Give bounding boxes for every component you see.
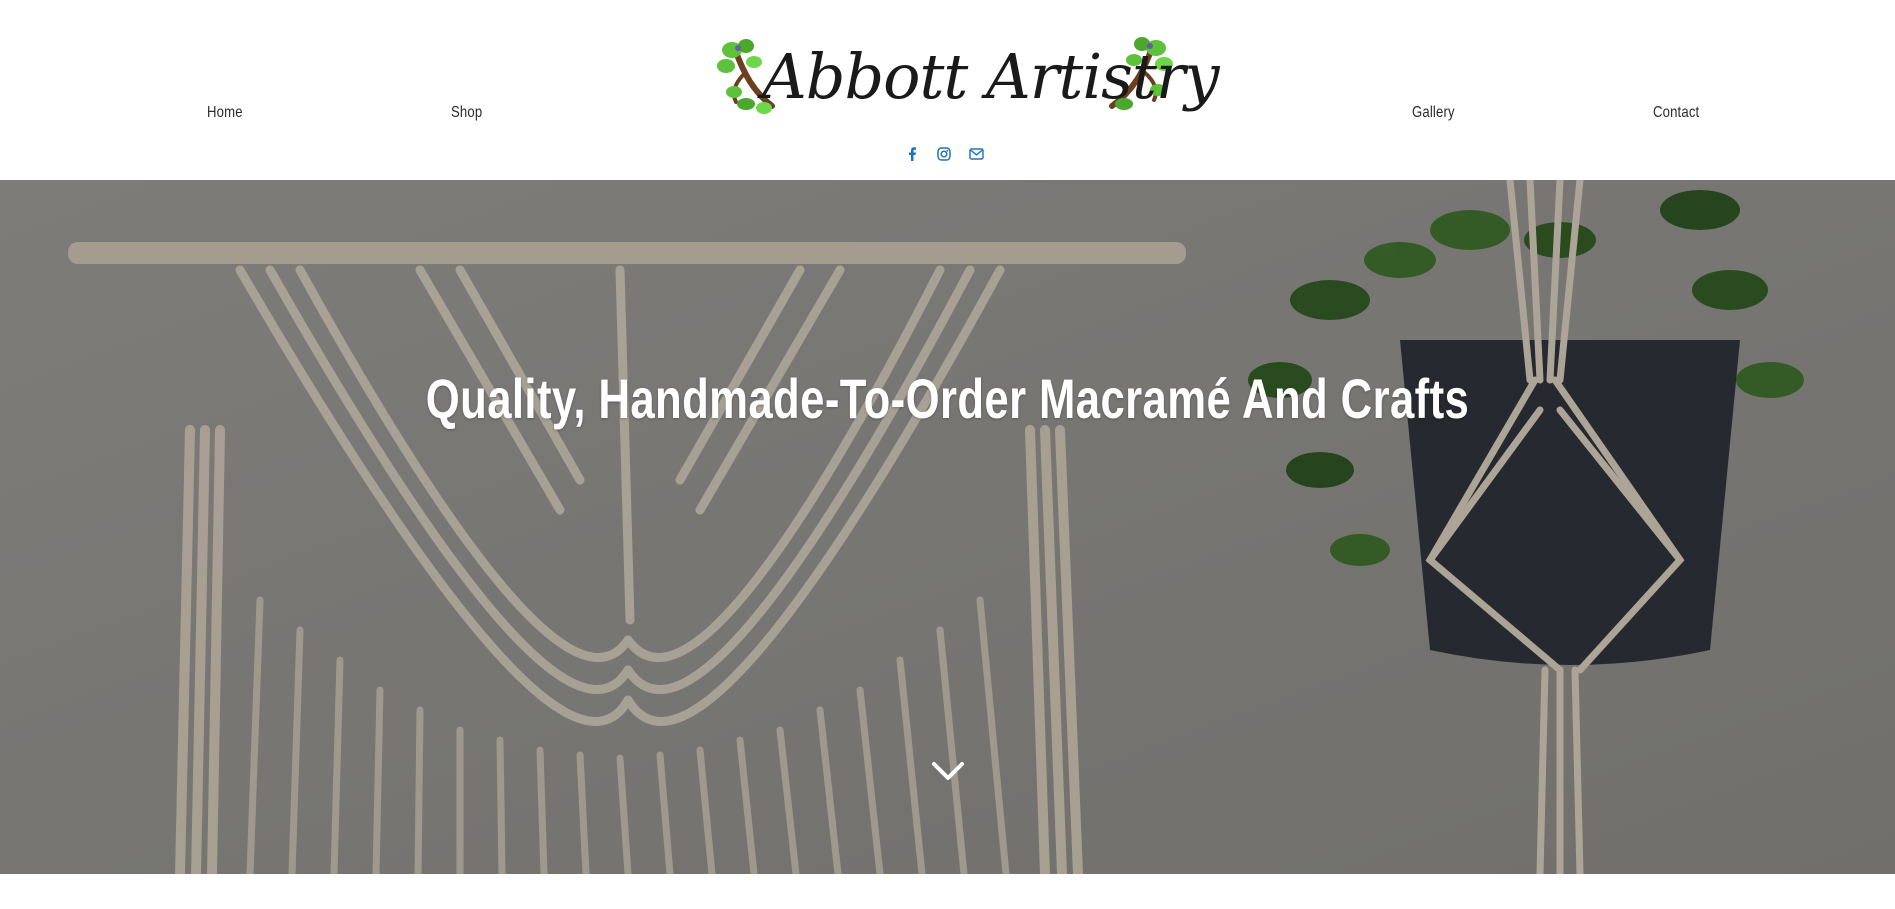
nav-contact[interactable]: Contact bbox=[1653, 104, 1699, 122]
site-logo[interactable]: Abbott Artistry bbox=[714, 34, 1220, 134]
email-icon[interactable] bbox=[968, 146, 984, 162]
chevron-down-icon[interactable] bbox=[930, 760, 966, 784]
logo-text: Abbott Artistry bbox=[762, 40, 1220, 113]
site-header: Home Shop Abbott Artistry Gallery Contac… bbox=[0, 0, 1895, 180]
nav-gallery[interactable]: Gallery bbox=[1412, 104, 1455, 122]
facebook-icon[interactable] bbox=[904, 146, 920, 162]
nav-home[interactable]: Home bbox=[207, 104, 243, 122]
instagram-icon[interactable] bbox=[936, 146, 952, 162]
nav-shop[interactable]: Shop bbox=[451, 104, 482, 122]
social-links bbox=[904, 146, 984, 162]
hero-title: Quality, Handmade-To-Order Macramé And C… bbox=[425, 367, 1470, 430]
hero-banner: Quality, Handmade-To-Order Macramé And C… bbox=[0, 180, 1895, 874]
page-bottom-strip bbox=[0, 874, 1895, 909]
